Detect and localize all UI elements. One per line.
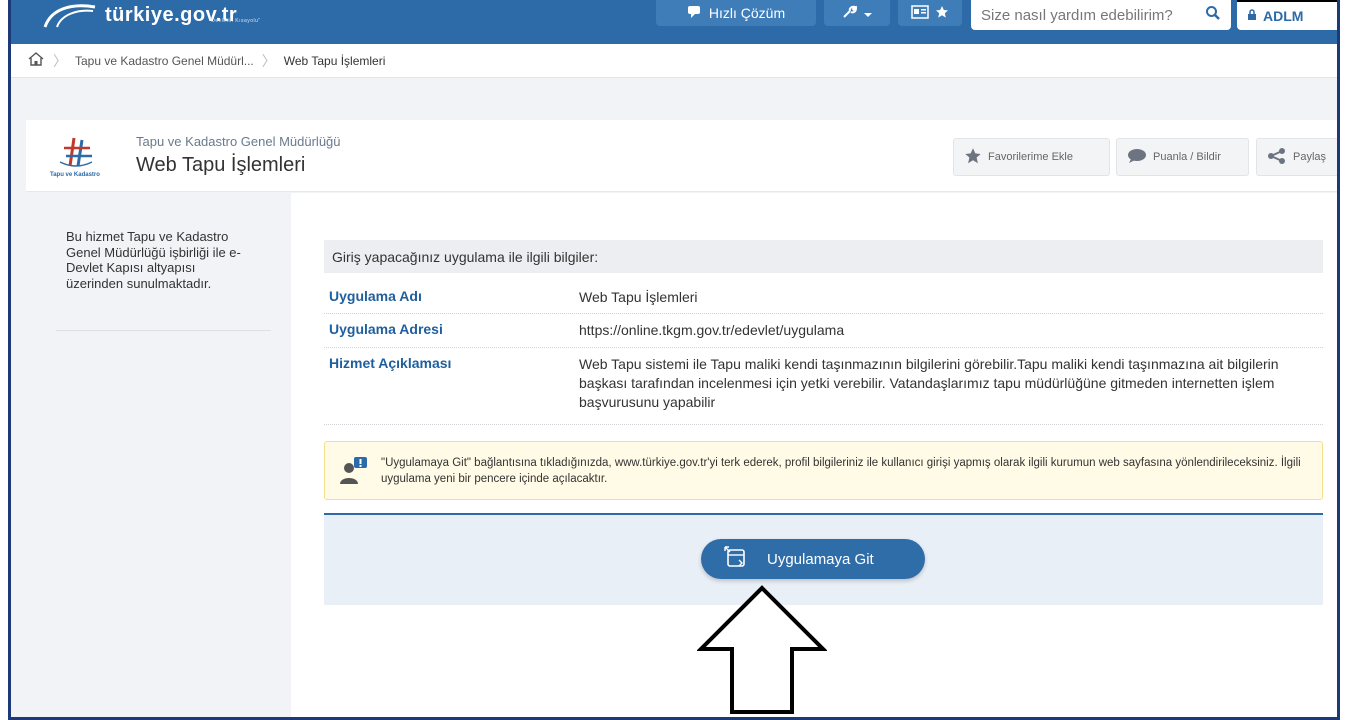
open-window-icon (723, 545, 747, 573)
search-input[interactable]: Size nasıl yardım edebilirim? (981, 7, 1173, 24)
search-box[interactable]: Size nasıl yardım edebilirim? (971, 0, 1231, 30)
info-row-app-address: Uygulama Adresi https://online.tkgm.gov.… (324, 314, 1323, 348)
sidebar: Bu hizmet Tapu ve Kadastro Genel Müdürlü… (26, 193, 291, 717)
up-arrow-annotation-icon (697, 585, 827, 714)
home-icon[interactable] (27, 51, 45, 70)
login-label: ADLM (1263, 8, 1304, 24)
breadcrumb-separator: 〉 (53, 52, 67, 69)
profile-favorites-button[interactable] (898, 0, 962, 26)
share-button[interactable]: Paylaş (1256, 138, 1337, 176)
lock-icon (1247, 8, 1257, 24)
add-favorites-button[interactable]: Favorilerime Ekle (953, 138, 1110, 176)
tools-menu-button[interactable] (824, 0, 890, 26)
login-button[interactable]: ADLM (1237, 0, 1337, 30)
tkgm-logo-caption: Tapu ve Kadastro (50, 172, 100, 178)
rate-report-label: Puanla / Bildir (1153, 151, 1221, 163)
info-value: https://online.tkgm.gov.tr/edevlet/uygul… (579, 322, 845, 338)
search-icon[interactable] (1205, 5, 1221, 26)
redirect-notice: "Uygulamaya Git" bağlantısına tıkladığın… (324, 441, 1323, 500)
page-frame: türkiye.gov.tr "Devletin Kısayolu" Hızlı… (8, 0, 1340, 720)
info-value: Web Tapu sistemi ile Tapu maliki kendi t… (579, 356, 1279, 410)
breadcrumb: 〉 Tapu ve Kadastro Genel Müdürl... 〉 Web… (11, 44, 1337, 78)
sidebar-info-text: Bu hizmet Tapu ve Kadastro Genel Müdürlü… (66, 229, 241, 291)
share-label: Paylaş (1293, 151, 1327, 163)
go-to-application-label: Uygulamaya Git (767, 550, 874, 568)
rate-report-button[interactable]: Puanla / Bildir (1116, 138, 1249, 176)
sidebar-divider (56, 330, 271, 331)
organization-name: Tapu ve Kadastro Genel Müdürlüğü (136, 134, 341, 149)
info-value: Web Tapu İşlemleri (579, 289, 698, 305)
chat-icon (687, 5, 703, 22)
id-card-icon (911, 4, 929, 22)
add-favorites-label: Favorilerime Ekle (988, 151, 1073, 163)
info-label: Uygulama Adresi (329, 321, 443, 337)
page-title: Web Tapu İşlemleri (136, 154, 306, 176)
quick-solution-label: Hızlı Çözüm (708, 5, 786, 21)
chevron-down-icon (863, 5, 873, 21)
go-to-application-button[interactable]: Uygulamaya Git (701, 539, 925, 579)
quick-solution-button[interactable]: Hızlı Çözüm (656, 0, 816, 26)
speech-bubble-icon (1127, 148, 1147, 167)
info-label: Hizmet Açıklaması (329, 355, 452, 371)
info-label: Uygulama Adı (329, 288, 422, 304)
turkiye-gov-logo[interactable]: türkiye.gov.tr "Devletin Kısayolu" (41, 0, 260, 30)
logo-subtitle: "Devletin Kısayolu" (209, 18, 261, 24)
user-alert-icon (337, 454, 369, 486)
star-icon (964, 147, 982, 168)
info-heading: Giriş yapacağınız uygulama ile ilgili bi… (324, 240, 1323, 273)
share-icon (1267, 147, 1287, 167)
breadcrumb-separator: 〉 (261, 52, 276, 69)
wrench-icon (841, 4, 858, 23)
breadcrumb-parent-link[interactable]: Tapu ve Kadastro Genel Müdürl... (75, 54, 254, 68)
redirect-notice-text: "Uygulamaya Git" bağlantısına tıkladığın… (381, 457, 1301, 485)
info-row-app-name: Uygulama Adı Web Tapu İşlemleri (324, 281, 1323, 314)
top-bar: türkiye.gov.tr "Devletin Kısayolu" Hızlı… (11, 0, 1337, 44)
breadcrumb-current: Web Tapu İşlemleri (283, 53, 386, 68)
tkgm-logo: Tapu ve Kadastro (50, 136, 112, 180)
info-row-service-description: Hizmet Açıklaması Web Tapu sistemi ile T… (324, 348, 1323, 425)
star-icon (935, 5, 949, 22)
logo-swoosh-icon (43, 4, 96, 28)
